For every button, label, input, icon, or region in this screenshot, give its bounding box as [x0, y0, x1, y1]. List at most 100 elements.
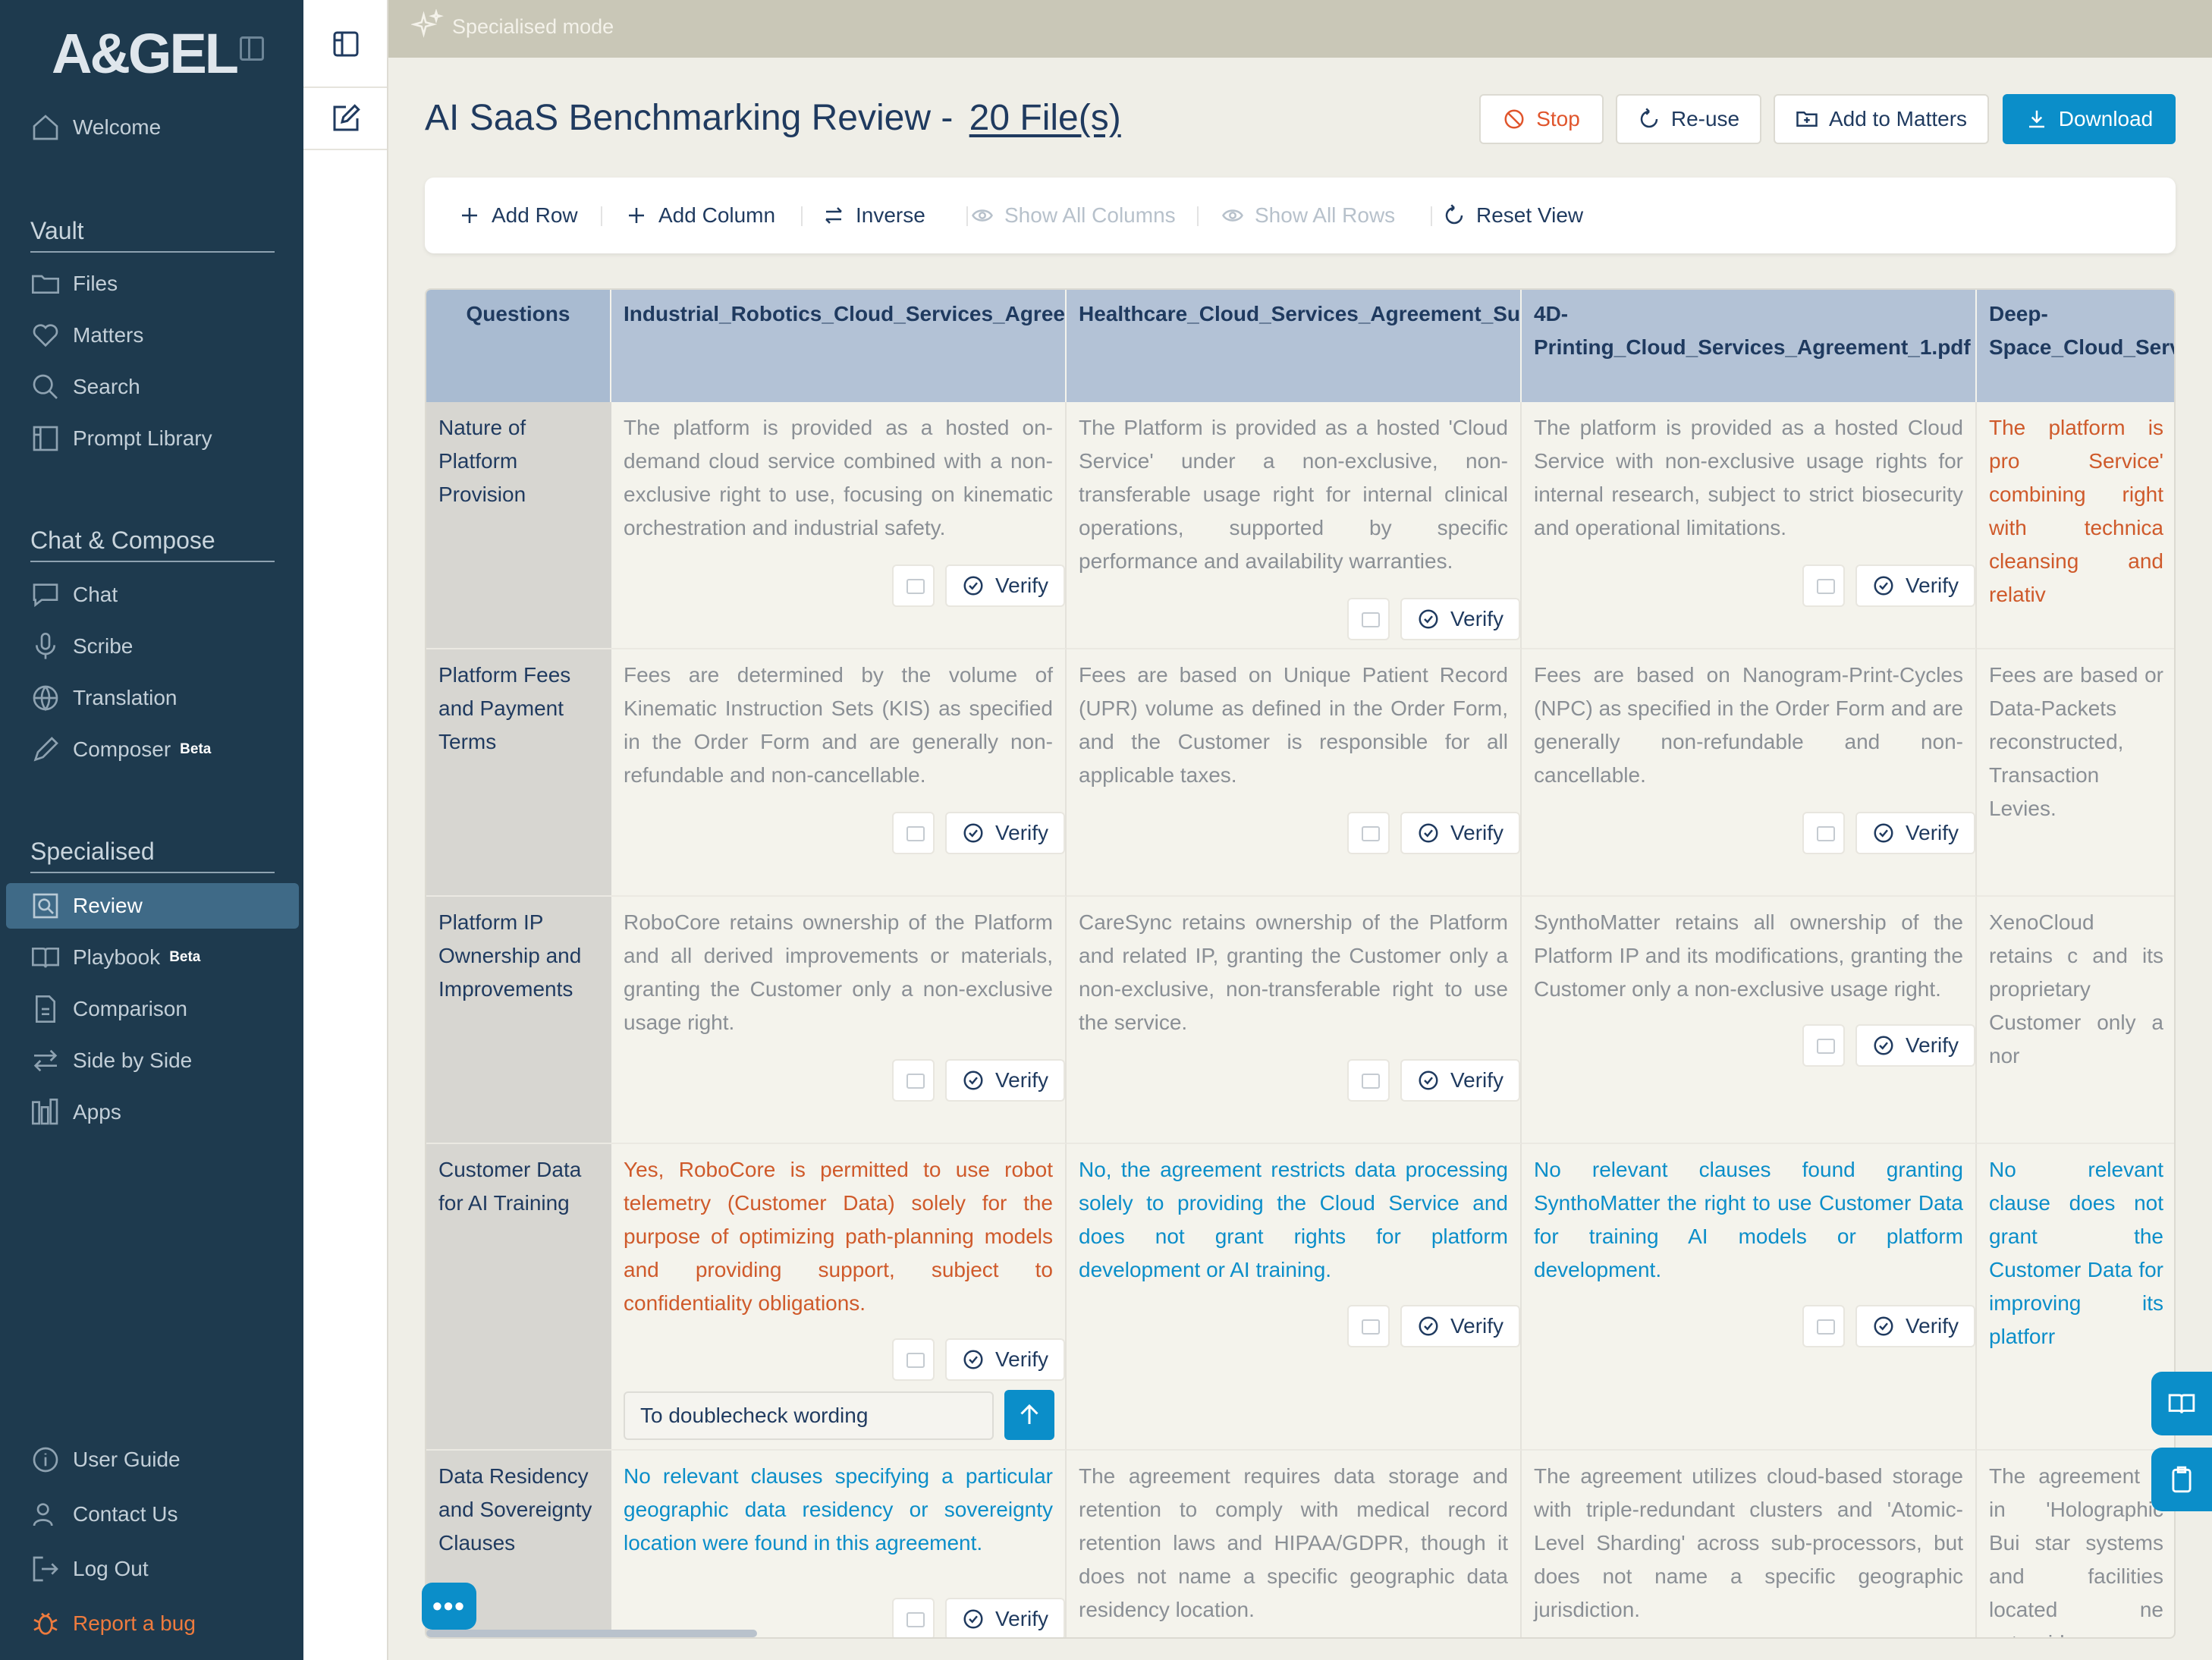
show-all-columns-button[interactable]: Show All Columns — [971, 178, 1176, 253]
horizontal-scrollbar[interactable] — [426, 1630, 757, 1637]
arrows-icon — [33, 1049, 58, 1072]
sidebar-item-contact-us[interactable]: Contact Us — [30, 1493, 178, 1536]
toolbar-divider — [801, 206, 803, 226]
files-link[interactable]: 20 File(s) — [969, 98, 1121, 138]
sidebar-item-matters[interactable]: Matters — [30, 314, 143, 357]
comment-button[interactable] — [892, 1598, 935, 1637]
verify-button[interactable]: Verify — [945, 1059, 1066, 1102]
verify-button[interactable]: Verify — [945, 1338, 1066, 1381]
comment-button[interactable] — [1802, 1305, 1845, 1347]
sidebar-collapse-icon[interactable] — [240, 36, 264, 61]
chat-icon — [33, 583, 58, 608]
reuse-button[interactable]: Re-use — [1616, 94, 1761, 144]
answer-cell[interactable]: The agreement utilizes cloud-based stora… — [1522, 1451, 1977, 1637]
verify-button[interactable]: Verify — [1855, 564, 1976, 607]
comment-button[interactable] — [1802, 564, 1845, 607]
add-row-button[interactable]: Add Row — [458, 178, 578, 253]
column-header[interactable]: Industrial_Robotics_Cloud_Services_Agree… — [611, 290, 1067, 402]
panel-icon[interactable] — [331, 29, 361, 59]
sidebar-item-search[interactable]: Search — [30, 366, 140, 408]
sidebar-item-side-by-side[interactable]: Side by Side — [30, 1039, 192, 1082]
verify-button[interactable]: Verify — [1400, 1059, 1521, 1102]
sidebar-item-composer[interactable]: Composer Beta — [30, 728, 211, 771]
answer-cell[interactable]: No, the agreement restricts data process… — [1067, 1144, 1522, 1451]
answer-cell[interactable]: CareSync retains ownership of the Platfo… — [1067, 897, 1522, 1144]
sidebar-item-translation[interactable]: Translation — [30, 677, 177, 719]
stop-button[interactable]: Stop — [1479, 94, 1604, 144]
sidebar-item-report-bug[interactable]: Report a bug — [30, 1602, 196, 1645]
answer-cell[interactable]: Fees are based on Nanogram-Print-Cycles … — [1522, 649, 1977, 897]
answer-cell[interactable]: The platform is provided as a hosted Clo… — [1522, 402, 1977, 649]
sidebar-item-label: Files — [73, 272, 118, 295]
comment-button[interactable] — [1802, 1024, 1845, 1067]
answer-cell[interactable]: XenoCloud retains c and its proprietary … — [1977, 897, 2174, 1144]
verify-button[interactable]: Verify — [1400, 598, 1521, 640]
comment-button[interactable] — [892, 564, 935, 607]
send-note-button[interactable] — [1004, 1390, 1054, 1440]
beta-badge: Beta — [169, 949, 201, 965]
sidebar-item-user-guide[interactable]: User Guide — [30, 1438, 181, 1481]
toolbar-divider — [1431, 206, 1432, 226]
answer-cell[interactable]: The agreement requires data storage and … — [1067, 1451, 1522, 1637]
verify-button[interactable]: Verify — [1855, 812, 1976, 854]
sidebar-item-welcome[interactable]: Welcome — [30, 106, 161, 149]
comment-button[interactable] — [1802, 812, 1845, 854]
sidebar-item-apps[interactable]: Apps — [30, 1091, 121, 1133]
cell-note-input[interactable]: To doublecheck wording — [624, 1391, 994, 1440]
comment-button[interactable] — [1347, 598, 1390, 640]
answer-cell[interactable]: The platform is pro Service' combining r… — [1977, 402, 2174, 649]
verify-button[interactable]: Verify — [1855, 1305, 1976, 1347]
sidebar-item-review[interactable]: Review — [30, 885, 143, 927]
verify-button[interactable]: Verify — [945, 564, 1066, 607]
sidebar-item-scribe[interactable]: Scribe — [30, 625, 133, 668]
answer-cell[interactable]: Fees are based on Unique Patient Record … — [1067, 649, 1522, 897]
answer-cell[interactable]: Fees are determined by the volume of Kin… — [611, 649, 1067, 897]
cell-actions: Verify — [1347, 812, 1521, 854]
sidebar-item-files[interactable]: Files — [30, 263, 118, 305]
side-tab-guide[interactable] — [2151, 1372, 2212, 1435]
info-icon — [33, 1447, 58, 1473]
pen-icon — [33, 737, 58, 762]
sidebar-item-chat[interactable]: Chat — [30, 574, 118, 616]
answer-cell[interactable]: RoboCore retains ownership of the Platfo… — [611, 897, 1067, 1144]
verify-button[interactable]: Verify — [945, 1598, 1066, 1637]
show-all-rows-button[interactable]: Show All Rows — [1221, 178, 1395, 253]
answer-cell[interactable]: The agreement s in 'Holographic Bui star… — [1977, 1451, 2174, 1637]
column-header[interactable]: Deep-Space_Cloud_Serv — [1977, 290, 2174, 402]
sidebar-item-label: Chat — [73, 583, 118, 606]
comment-button[interactable] — [892, 1059, 935, 1102]
chat-fab-button[interactable]: ••• — [422, 1583, 476, 1630]
verify-button[interactable]: Verify — [1855, 1024, 1976, 1067]
answer-cell[interactable]: The platform is provided as a hosted on-… — [611, 402, 1067, 649]
sidebar-item-comparison[interactable]: Comparison — [30, 988, 187, 1030]
edit-icon[interactable] — [331, 103, 361, 134]
answer-cell[interactable]: No relevant clause does not grant the Cu… — [1977, 1144, 2174, 1451]
answer-cell[interactable]: SynthoMatter retains all ownership of th… — [1522, 897, 1977, 1144]
side-tab-clipboard[interactable] — [2151, 1448, 2212, 1511]
cell-actions: Verify — [892, 812, 1066, 854]
grid-toolbar: Add Row Add Column Inverse Show All Colu… — [425, 178, 2176, 253]
folder-icon — [32, 275, 59, 294]
sidebar-item-prompt-library[interactable]: Prompt Library — [30, 417, 212, 460]
comment-button[interactable] — [892, 812, 935, 854]
sidebar-item-log-out[interactable]: Log Out — [30, 1548, 149, 1590]
add-row-label: Add Row — [492, 203, 578, 227]
sidebar-item-playbook[interactable]: Playbook Beta — [30, 936, 200, 979]
column-header[interactable]: 4D-Printing_Cloud_Services_Agreement_1.p… — [1522, 290, 1977, 402]
inverse-button[interactable]: Inverse — [822, 178, 925, 253]
add-to-matters-button[interactable]: Add to Matters — [1774, 94, 1989, 144]
reset-view-button[interactable]: Reset View — [1443, 178, 1583, 253]
comment-button[interactable] — [1347, 1305, 1390, 1347]
verify-button[interactable]: Verify — [1400, 812, 1521, 854]
comment-button[interactable] — [892, 1338, 935, 1381]
comment-button[interactable] — [1347, 1059, 1390, 1102]
download-button[interactable]: Download — [2003, 94, 2176, 144]
verify-button[interactable]: Verify — [1400, 1305, 1521, 1347]
column-header[interactable]: Healthcare_Cloud_Services_Agreement_Summ… — [1067, 290, 1522, 402]
answer-cell[interactable]: No relevant clauses found granting Synth… — [1522, 1144, 1977, 1451]
comment-button[interactable] — [1347, 812, 1390, 854]
answer-cell[interactable]: Fees are based or Data-Packets reconstru… — [1977, 649, 2174, 897]
verify-button[interactable]: Verify — [945, 812, 1066, 854]
add-column-button[interactable]: Add Column — [625, 178, 775, 253]
toolbar-divider — [966, 206, 968, 226]
